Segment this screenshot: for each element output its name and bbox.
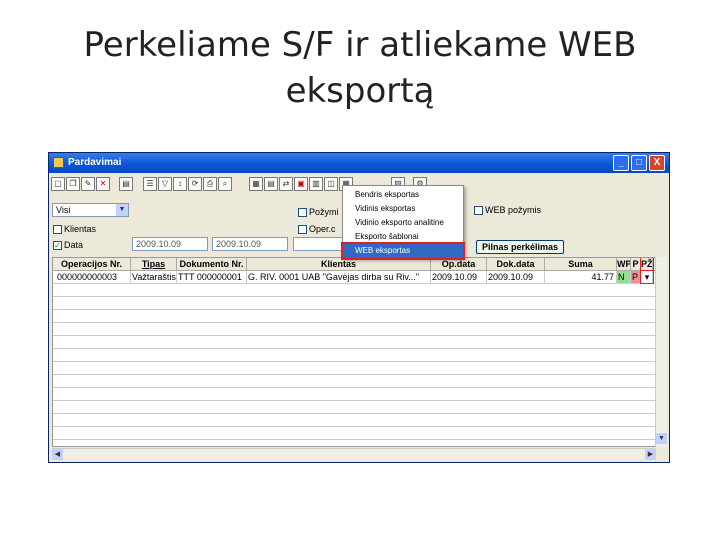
cell-op-data: 2009.10.09 <box>431 271 487 283</box>
paste-icon[interactable]: ▤ <box>119 177 133 191</box>
menu-item-vidinis-eksportas[interactable]: Vidinis eksportas <box>343 202 463 216</box>
menu-item-eksporto-sablonai[interactable]: Eksporto šablonai <box>343 230 463 244</box>
table-row[interactable] <box>53 388 655 401</box>
vertical-scrollbar[interactable]: ▼ <box>655 257 667 447</box>
col-operacijos-nr[interactable]: Operacijos Nr. <box>53 258 131 270</box>
pozymis-checkbox[interactable] <box>298 208 307 217</box>
scroll-down-icon[interactable]: ▼ <box>656 433 667 444</box>
menu-item-web-eksportas[interactable]: WEB eksportas <box>341 242 465 260</box>
cell-operacijos-nr: 000000000003 <box>53 271 131 283</box>
wizard-icon[interactable]: ✎ <box>81 177 95 191</box>
menu-item-bendris-eksportas[interactable]: Bendris eksportas <box>343 188 463 202</box>
export-icon[interactable]: ▣ <box>294 177 308 191</box>
scroll-left-icon[interactable]: ◀ <box>52 449 63 460</box>
pilnas-perkelimas-button[interactable]: Pilnas perkėlimas <box>476 240 564 254</box>
col-op-data[interactable]: Op.data <box>431 258 487 270</box>
col-dok-data[interactable]: Dok.data <box>487 258 545 270</box>
export-menu: Bendris eksportas Vidinis eksportas Vidi… <box>341 185 465 260</box>
data-grid: Operacijos Nr. Tipas Dokumento Nr. Klien… <box>52 257 656 447</box>
col-p[interactable]: P <box>631 258 641 270</box>
scroll-right-icon[interactable]: ▶ <box>645 449 656 460</box>
horizontal-scrollbar[interactable]: ◀ ▶ <box>52 448 656 460</box>
cell-suma: 41.77 <box>545 271 617 283</box>
menu-item-vidinio-eksporto-analitine[interactable]: Vidinio eksporto analitine <box>343 216 463 230</box>
link-icon[interactable]: ⇄ <box>279 177 293 191</box>
table-row[interactable] <box>53 427 655 440</box>
window-title: Pardavimai <box>68 157 122 168</box>
data-label: Data <box>64 240 84 250</box>
cell-wp: N <box>617 271 631 283</box>
table-icon[interactable]: ▤ <box>264 177 278 191</box>
table-row[interactable]: 000000000003 Važtaraštis TTT 000000001 G… <box>53 270 655 284</box>
table-row[interactable] <box>53 310 655 323</box>
operacija-label: Oper.c <box>309 224 336 234</box>
table-row[interactable] <box>53 336 655 349</box>
date-from-field[interactable]: 2009.10.09 <box>132 237 208 251</box>
cell-p: P <box>631 271 641 283</box>
date-to-field[interactable]: 2009.10.09 <box>212 237 288 251</box>
pardavimai-window: Pardavimai _ □ X ▢ ❐ ✎ ✕ ▤ ☰ ▽ ↕ ⟳ ⎙ ⌕ ▦… <box>48 152 670 463</box>
delete-icon[interactable]: ✕ <box>96 177 110 191</box>
refresh-icon[interactable]: ⟳ <box>188 177 202 191</box>
maximize-button[interactable]: □ <box>631 155 647 171</box>
col-dokumento-nr[interactable]: Dokumento Nr. <box>177 258 247 270</box>
find-icon[interactable]: ⌕ <box>218 177 232 191</box>
pozymis-label: Požymi <box>309 207 339 217</box>
filter-icon[interactable]: ▽ <box>158 177 172 191</box>
col-pz[interactable]: PŽ <box>640 258 654 271</box>
minimize-button[interactable]: _ <box>613 155 629 171</box>
col-klientas[interactable]: Klientas <box>247 258 431 270</box>
table-row[interactable] <box>53 401 655 414</box>
cell-dok-data: 2009.10.09 <box>487 271 545 283</box>
col-suma[interactable]: Suma <box>545 258 617 270</box>
klientas-checkbox[interactable] <box>53 225 62 234</box>
col-wp[interactable]: WP <box>617 258 631 270</box>
web-pozymis-checkbox[interactable] <box>474 206 483 215</box>
print-icon[interactable]: ⎙ <box>203 177 217 191</box>
report-icon[interactable]: ▥ <box>309 177 323 191</box>
table-row[interactable] <box>53 362 655 375</box>
table-row[interactable] <box>53 414 655 427</box>
grid-icon[interactable]: ▦ <box>249 177 263 191</box>
sort-icon[interactable]: ↕ <box>173 177 187 191</box>
table-row[interactable] <box>53 297 655 310</box>
table-row[interactable] <box>53 323 655 336</box>
app-icon <box>53 157 64 168</box>
pz-dropdown[interactable]: ▾ <box>640 270 654 284</box>
slide-title: Perkeliame S/F ir atliekame WEB eksportą <box>83 25 637 111</box>
table-row[interactable] <box>53 375 655 388</box>
grid-header: Operacijos Nr. Tipas Dokumento Nr. Klien… <box>53 258 655 271</box>
cell-dokumento-nr: TTT 000000001 <box>177 271 247 283</box>
window-titlebar[interactable]: Pardavimai _ □ X <box>49 153 669 173</box>
period-select[interactable]: Visi ▼ <box>52 203 129 217</box>
web-pozymis-label: WEB požymis <box>485 205 542 215</box>
chevron-down-icon[interactable]: ▼ <box>116 204 128 216</box>
copy-icon[interactable]: ❐ <box>66 177 80 191</box>
cell-klientas: G. RIV. 0001 UAB "Gavėjas dirba su Riv..… <box>247 271 431 283</box>
close-button[interactable]: X <box>649 155 665 171</box>
misc-icon[interactable]: ◫ <box>324 177 338 191</box>
table-row[interactable] <box>53 349 655 362</box>
col-tipas[interactable]: Tipas <box>131 258 177 270</box>
klientas-label: Klientas <box>64 224 97 234</box>
table-row[interactable] <box>53 284 655 297</box>
list-icon[interactable]: ☰ <box>143 177 157 191</box>
data-checkbox[interactable]: ✓ <box>53 241 62 250</box>
period-select-value: Visi <box>56 205 71 215</box>
operacija-checkbox[interactable] <box>298 225 307 234</box>
cell-tipas: Važtaraštis <box>132 271 177 283</box>
new-doc-icon[interactable]: ▢ <box>51 177 65 191</box>
empty-field[interactable] <box>293 237 348 251</box>
